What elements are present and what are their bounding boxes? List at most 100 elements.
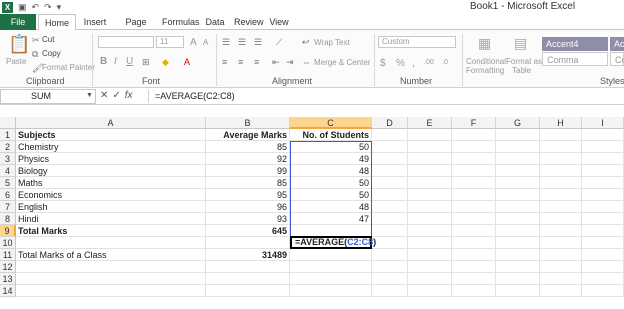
increase-indent-icon[interactable]: ⇥	[286, 57, 294, 67]
cell[interactable]	[372, 273, 408, 285]
align-top-icon[interactable]: ☰	[222, 37, 230, 47]
row-header[interactable]: 11	[0, 249, 16, 261]
cell[interactable]	[372, 237, 408, 249]
cell[interactable]	[206, 273, 290, 285]
cell[interactable]: 645	[206, 225, 290, 237]
cell[interactable]	[452, 237, 496, 249]
percent-button[interactable]: %	[396, 58, 405, 69]
cell[interactable]	[540, 129, 582, 141]
cell[interactable]	[408, 153, 452, 165]
tab-file[interactable]: File	[0, 14, 36, 30]
cell[interactable]	[496, 249, 540, 261]
cell[interactable]	[408, 129, 452, 141]
cell[interactable]	[582, 273, 624, 285]
cell[interactable]	[372, 213, 408, 225]
comma-style[interactable]: Comma	[542, 52, 608, 66]
tab-view[interactable]: View	[268, 14, 290, 30]
cell[interactable]	[372, 201, 408, 213]
cell[interactable]	[496, 225, 540, 237]
active-cell[interactable]: =AVERAGE(C2:C8)	[290, 236, 376, 249]
cell[interactable]	[452, 177, 496, 189]
cell[interactable]	[206, 285, 290, 297]
cell[interactable]	[540, 165, 582, 177]
cell[interactable]	[582, 129, 624, 141]
cell[interactable]	[582, 237, 624, 249]
column-header-e[interactable]: E	[408, 117, 452, 129]
cell[interactable]	[206, 261, 290, 273]
cell[interactable]	[582, 285, 624, 297]
cell[interactable]	[452, 141, 496, 153]
cell[interactable]	[452, 285, 496, 297]
font-name-box[interactable]	[98, 36, 154, 48]
cell[interactable]	[582, 141, 624, 153]
formula-input[interactable]: =AVERAGE(C2:C8)	[155, 89, 235, 104]
cell[interactable]	[372, 189, 408, 201]
cell[interactable]: English	[16, 201, 206, 213]
cell[interactable]: 47	[290, 213, 372, 225]
row-header[interactable]: 13	[0, 273, 16, 285]
tab-formulas[interactable]: Formulas	[162, 14, 200, 30]
row-header[interactable]: 9	[0, 225, 16, 237]
cell[interactable]: Total Marks	[16, 225, 206, 237]
cell[interactable]	[540, 189, 582, 201]
cell[interactable]	[290, 273, 372, 285]
cell[interactable]	[496, 177, 540, 189]
row-header[interactable]: 6	[0, 189, 16, 201]
fill-color-icon[interactable]: ◆	[162, 57, 169, 67]
accent-style-partial[interactable]: Ac	[610, 37, 624, 51]
cell[interactable]: 95	[206, 189, 290, 201]
comma-style-partial[interactable]: Co	[610, 52, 624, 66]
customize-qat-icon[interactable]: ▾	[57, 2, 62, 13]
row-header[interactable]: 1	[0, 129, 16, 141]
tab-home[interactable]: Home	[38, 14, 76, 31]
cell[interactable]	[582, 261, 624, 273]
column-header-a[interactable]: A	[16, 117, 206, 129]
wrap-text-icon[interactable]: ↩	[302, 37, 310, 47]
cell[interactable]: Chemistry	[16, 141, 206, 153]
shrink-font-icon[interactable]: A	[203, 38, 208, 47]
align-middle-icon[interactable]: ☰	[238, 37, 246, 47]
cell[interactable]	[408, 165, 452, 177]
format-as-table-label[interactable]: Format as	[506, 57, 542, 66]
cell[interactable]	[540, 285, 582, 297]
cell[interactable]	[16, 237, 206, 249]
cell[interactable]	[496, 129, 540, 141]
cell[interactable]: Average Marks	[206, 129, 290, 141]
align-bottom-icon[interactable]: ☰	[254, 37, 262, 47]
cell[interactable]	[452, 273, 496, 285]
cell[interactable]	[540, 141, 582, 153]
cell[interactable]	[408, 225, 452, 237]
cell[interactable]	[582, 249, 624, 261]
cell[interactable]	[452, 129, 496, 141]
row-header[interactable]: 8	[0, 213, 16, 225]
cell[interactable]	[540, 273, 582, 285]
cell[interactable]	[372, 261, 408, 273]
cell[interactable]	[496, 201, 540, 213]
conditional-formatting-label-2[interactable]: Formatting	[466, 66, 504, 75]
underline-button[interactable]: U	[126, 56, 133, 67]
cancel-icon[interactable]: ✕	[100, 90, 108, 101]
format-as-table-icon[interactable]: ▤	[514, 36, 527, 50]
cell[interactable]	[408, 237, 452, 249]
align-center-icon[interactable]: ≡	[238, 57, 243, 67]
cell[interactable]: 31489	[206, 249, 290, 261]
cell[interactable]	[408, 189, 452, 201]
cell[interactable]	[408, 261, 452, 273]
cell[interactable]	[540, 201, 582, 213]
cell[interactable]	[16, 273, 206, 285]
cell[interactable]	[582, 213, 624, 225]
enter-icon[interactable]: ✓	[112, 90, 120, 101]
cell[interactable]: Physics	[16, 153, 206, 165]
cell[interactable]	[372, 249, 408, 261]
cell[interactable]	[540, 261, 582, 273]
cell[interactable]	[372, 225, 408, 237]
cell[interactable]	[372, 141, 408, 153]
copy-icon[interactable]: ⧉	[32, 49, 38, 59]
tab-page-layout[interactable]: Page Layout	[112, 14, 160, 43]
cell[interactable]	[452, 261, 496, 273]
cut-button[interactable]: Cut	[42, 35, 54, 44]
cell[interactable]	[582, 177, 624, 189]
cell[interactable]	[372, 177, 408, 189]
cell[interactable]	[540, 177, 582, 189]
currency-button[interactable]: $	[380, 58, 386, 69]
